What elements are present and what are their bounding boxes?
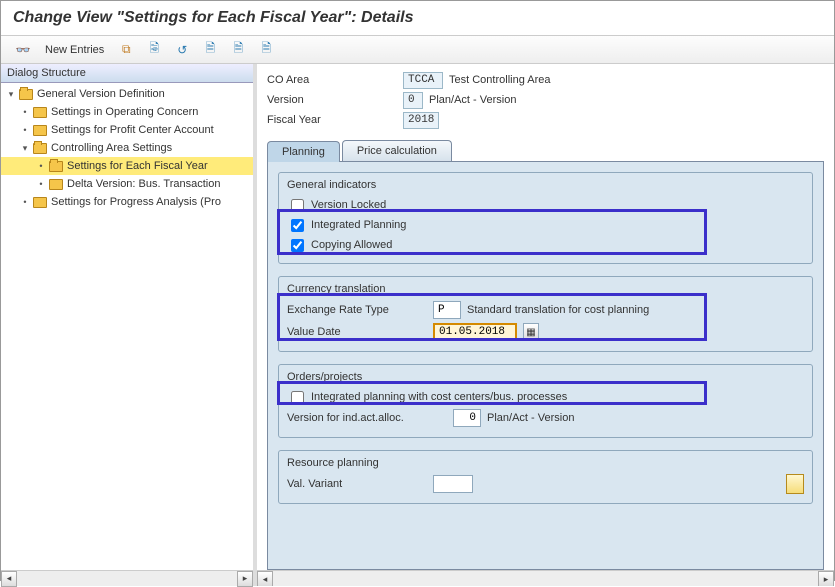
group-currency-translation: Currency translation Exchange Rate Type … bbox=[278, 276, 813, 352]
val-variant-input[interactable] bbox=[433, 475, 473, 493]
undo-icon[interactable]: ↺ bbox=[172, 40, 192, 60]
integrated-cc-checkbox[interactable] bbox=[291, 391, 304, 404]
group-orders-projects: Orders/projects Integrated planning with… bbox=[278, 364, 813, 438]
copying-allowed-label: Copying Allowed bbox=[311, 239, 392, 251]
value-date-label: Value Date bbox=[287, 326, 427, 338]
co-area-desc: Test Controlling Area bbox=[449, 74, 551, 86]
dialog-structure-header: Dialog Structure bbox=[1, 64, 253, 83]
val-variant-label: Val. Variant bbox=[287, 478, 427, 490]
version-value: 0 bbox=[403, 92, 423, 109]
content-h-scrollbar[interactable]: ◂ ▸ bbox=[257, 570, 834, 586]
tree-node-settings-operating-concern[interactable]: • Settings in Operating Concern bbox=[1, 103, 253, 121]
tab-price-calculation[interactable]: Price calculation bbox=[342, 140, 452, 161]
tab-strip: Planning Price calculation bbox=[267, 140, 824, 162]
version-ind-label: Version for ind.act.alloc. bbox=[287, 412, 447, 424]
integrated-planning-label: Integrated Planning bbox=[311, 219, 406, 231]
copy-icon[interactable]: ⧉ bbox=[116, 40, 136, 60]
co-area-value: TCCA bbox=[403, 72, 443, 89]
tree-label: Settings for Each Fiscal Year bbox=[67, 160, 208, 172]
integrated-planning-checkbox[interactable] bbox=[291, 219, 304, 232]
tree-label: Settings in Operating Concern bbox=[51, 106, 198, 118]
folder-open-icon bbox=[19, 89, 33, 100]
glasses-icon[interactable]: 👓 bbox=[13, 40, 33, 60]
version-locked-checkbox[interactable] bbox=[291, 199, 304, 212]
folder-icon bbox=[33, 107, 47, 118]
version-ind-input[interactable] bbox=[453, 409, 481, 427]
group-title: Resource planning bbox=[287, 457, 804, 469]
header-fields: CO Area TCCA Test Controlling Area Versi… bbox=[257, 64, 834, 132]
window-title: Change View "Settings for Each Fiscal Ye… bbox=[1, 1, 834, 36]
group-title: Currency translation bbox=[287, 283, 804, 295]
tree-node-controlling-area-settings[interactable]: ▾ Controlling Area Settings bbox=[1, 139, 253, 157]
document-icon[interactable] bbox=[786, 474, 804, 494]
scroll-left-icon[interactable]: ◂ bbox=[1, 571, 17, 587]
page-next-icon[interactable]: 🗎 bbox=[228, 40, 248, 60]
version-desc: Plan/Act - Version bbox=[429, 94, 516, 106]
tree-node-settings-each-fiscal-year[interactable]: • Settings for Each Fiscal Year bbox=[1, 157, 253, 175]
version-ind-desc: Plan/Act - Version bbox=[487, 412, 574, 424]
exchange-rate-type-desc: Standard translation for cost planning bbox=[467, 304, 649, 316]
folder-icon bbox=[33, 197, 47, 208]
fiscal-year-value: 2018 bbox=[403, 112, 439, 129]
fiscal-year-label: Fiscal Year bbox=[267, 114, 397, 126]
toolbar: 👓 New Entries ⧉ 🗟 ↺ 🗎 🗎 🗎 bbox=[1, 36, 834, 64]
group-resource-planning: Resource planning Val. Variant bbox=[278, 450, 813, 504]
delete-icon[interactable]: 🗟 bbox=[144, 40, 164, 60]
tree-label: Settings for Progress Analysis (Pro bbox=[51, 196, 221, 208]
bullet-icon: • bbox=[19, 197, 31, 207]
exchange-rate-type-input[interactable] bbox=[433, 301, 461, 319]
tree: ▾ General Version Definition • Settings … bbox=[1, 83, 253, 570]
group-title: General indicators bbox=[287, 179, 804, 191]
group-general-indicators: General indicators Version Locked Integr… bbox=[278, 172, 813, 264]
tree-label: General Version Definition bbox=[37, 88, 165, 100]
scroll-left-icon[interactable]: ◂ bbox=[257, 571, 273, 586]
tree-node-progress-analysis[interactable]: • Settings for Progress Analysis (Pro bbox=[1, 193, 253, 211]
group-title: Orders/projects bbox=[287, 371, 804, 383]
co-area-label: CO Area bbox=[267, 74, 397, 86]
page-icon[interactable]: 🗎 bbox=[200, 40, 220, 60]
version-label: Version bbox=[267, 94, 397, 106]
version-locked-label: Version Locked bbox=[311, 199, 386, 211]
exchange-rate-type-label: Exchange Rate Type bbox=[287, 304, 427, 316]
new-entries-button[interactable]: New Entries bbox=[41, 40, 108, 60]
page-export-icon[interactable]: 🗎 bbox=[256, 40, 276, 60]
content-pane: CO Area TCCA Test Controlling Area Versi… bbox=[257, 64, 834, 586]
folder-icon bbox=[49, 179, 63, 190]
tree-label: Delta Version: Bus. Transaction bbox=[67, 178, 220, 190]
value-date-f4-button[interactable]: ▦ bbox=[523, 323, 539, 341]
tab-planning[interactable]: Planning bbox=[267, 141, 340, 162]
bullet-icon: • bbox=[19, 107, 31, 117]
bullet-icon: • bbox=[35, 179, 47, 189]
tree-node-settings-profit-center[interactable]: • Settings for Profit Center Account bbox=[1, 121, 253, 139]
bullet-icon: • bbox=[35, 161, 47, 171]
scroll-right-icon[interactable]: ▸ bbox=[818, 571, 834, 586]
dialog-structure-pane: Dialog Structure ▾ General Version Defin… bbox=[1, 64, 257, 586]
bullet-icon: • bbox=[19, 125, 31, 135]
tree-label: Settings for Profit Center Account bbox=[51, 124, 214, 136]
folder-open-icon bbox=[33, 143, 47, 154]
value-date-input[interactable] bbox=[433, 323, 517, 341]
folder-icon bbox=[33, 125, 47, 136]
collapse-icon[interactable]: ▾ bbox=[19, 143, 31, 154]
scroll-right-icon[interactable]: ▸ bbox=[237, 571, 253, 587]
folder-open-icon bbox=[49, 161, 63, 172]
tab-body-planning: General indicators Version Locked Integr… bbox=[267, 162, 824, 570]
tree-node-delta-version[interactable]: • Delta Version: Bus. Transaction bbox=[1, 175, 253, 193]
tree-label: Controlling Area Settings bbox=[51, 142, 172, 154]
copying-allowed-checkbox[interactable] bbox=[291, 239, 304, 252]
integrated-cc-label: Integrated planning with cost centers/bu… bbox=[311, 391, 567, 403]
collapse-icon[interactable]: ▾ bbox=[5, 89, 17, 100]
tree-h-scrollbar[interactable]: ◂ ▸ bbox=[1, 570, 253, 586]
tree-node-general-version-definition[interactable]: ▾ General Version Definition bbox=[1, 85, 253, 103]
